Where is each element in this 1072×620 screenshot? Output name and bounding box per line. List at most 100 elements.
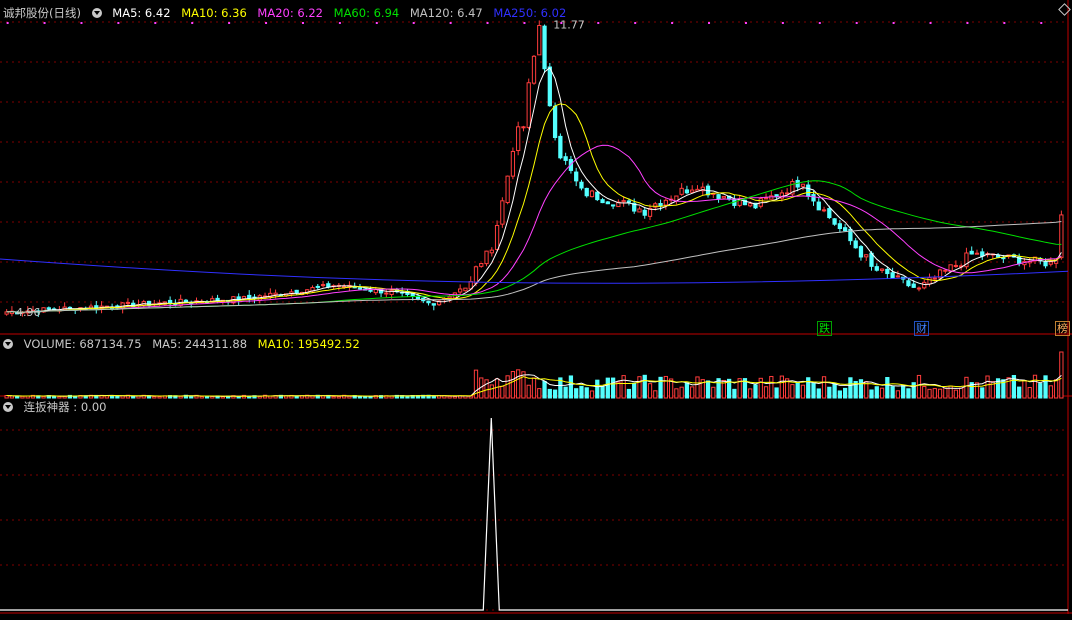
volume-bar <box>589 390 595 399</box>
candle-body <box>763 197 769 200</box>
volume-readout: VOLUME: 687134.75 <box>23 337 142 351</box>
volume-bar <box>790 384 795 399</box>
candle-body <box>315 285 320 288</box>
candle-body <box>895 275 901 278</box>
candle-body <box>864 254 869 258</box>
ma120-readout: MA120: 6.47 <box>409 6 483 20</box>
candle-body <box>558 135 563 159</box>
volume-bar <box>531 377 537 399</box>
event-marker <box>6 22 9 24</box>
stock-name[interactable]: 诚邦股份(日线) <box>3 6 81 20</box>
dropdown-icon[interactable] <box>91 8 102 18</box>
volume-bar <box>922 386 927 399</box>
volume-bar <box>600 386 605 399</box>
event-marker <box>154 22 157 24</box>
volume-bar <box>347 395 352 399</box>
candle-body <box>626 200 632 203</box>
dropdown-icon[interactable] <box>3 402 13 412</box>
candle-body <box>320 284 326 287</box>
candle-body <box>832 218 837 225</box>
event-marker <box>597 22 600 24</box>
volume-bar <box>537 388 542 399</box>
volume-bar <box>795 381 800 399</box>
volume-bar <box>906 388 911 399</box>
event-marker <box>523 22 526 24</box>
volume-bar <box>637 376 642 399</box>
volume-bar <box>695 376 700 399</box>
candle-body <box>816 201 821 211</box>
candle-body <box>479 263 484 267</box>
dropdown-icon[interactable] <box>3 339 13 349</box>
candle-body <box>827 208 832 219</box>
candle-body <box>463 287 468 292</box>
volume-bar <box>980 387 985 399</box>
volume-bar <box>115 395 120 399</box>
volume-bar <box>953 389 959 399</box>
volume-bar <box>568 375 574 399</box>
event-marker <box>80 22 83 24</box>
event-marker <box>43 22 46 24</box>
volume-bar <box>204 395 210 399</box>
candle-body <box>663 199 668 206</box>
volume-bar <box>41 395 46 399</box>
event-marker <box>412 22 415 24</box>
volume-ma5-readout: MA5: 244311.88 <box>152 337 248 351</box>
candle-body <box>510 150 516 177</box>
candle-body <box>357 287 363 290</box>
candle-body <box>621 200 626 203</box>
volume-bar <box>552 389 558 399</box>
volume-bar <box>916 374 922 399</box>
volume-bar <box>653 390 658 399</box>
candle-body <box>547 66 552 107</box>
event-marker <box>671 22 674 24</box>
event-badge-rank[interactable]: 榜 <box>1055 321 1070 336</box>
candle-body <box>800 183 806 187</box>
candle-body <box>1048 261 1053 265</box>
volume-bar <box>131 396 136 399</box>
indicator-header: 连扳神器 : 0.00 <box>0 399 113 415</box>
volume-bar <box>885 377 890 399</box>
volume-bar <box>800 384 806 399</box>
candle-body <box>215 297 220 302</box>
candle-body <box>969 250 974 255</box>
volume-bar <box>500 385 505 399</box>
candle-body <box>241 296 247 300</box>
volume-bar <box>1027 387 1032 399</box>
volume-bar <box>595 379 600 399</box>
ma10-readout: MA10: 6.36 <box>181 6 247 20</box>
volume-bar <box>1038 383 1043 399</box>
event-badge-finance[interactable]: 财 <box>914 321 929 336</box>
volume-bar <box>927 388 932 399</box>
candle-body <box>916 287 922 290</box>
candle-body <box>484 250 489 265</box>
candle-body <box>605 201 610 205</box>
candle-body <box>458 288 463 293</box>
candle-body <box>858 246 864 258</box>
volume-bar <box>563 386 568 399</box>
volume-bar <box>1048 385 1053 399</box>
candle-body <box>183 299 189 303</box>
event-marker <box>892 22 895 24</box>
volume-bar <box>879 387 885 399</box>
volume-bar <box>858 379 864 399</box>
event-badge-drop[interactable]: 跌 <box>817 321 832 336</box>
event-marker <box>818 22 821 24</box>
candle-body <box>473 266 479 284</box>
candle-body <box>927 277 932 285</box>
ma20-readout: MA20: 6.22 <box>257 6 323 20</box>
ma5-line <box>6 67 1062 313</box>
volume-bar <box>769 375 774 399</box>
volume-bar <box>626 388 632 399</box>
candle-body <box>579 181 584 189</box>
candle-body <box>932 277 937 280</box>
event-marker <box>781 22 784 24</box>
candle-body <box>542 25 547 70</box>
indicator-line <box>0 417 1068 611</box>
candle-body <box>368 289 373 292</box>
event-marker <box>375 22 378 24</box>
candle-body <box>505 175 510 204</box>
candle-body <box>610 204 616 207</box>
candle-body <box>906 280 911 287</box>
volume-bar <box>779 375 784 399</box>
stock-chart: 11.774.96 <box>0 0 1072 614</box>
